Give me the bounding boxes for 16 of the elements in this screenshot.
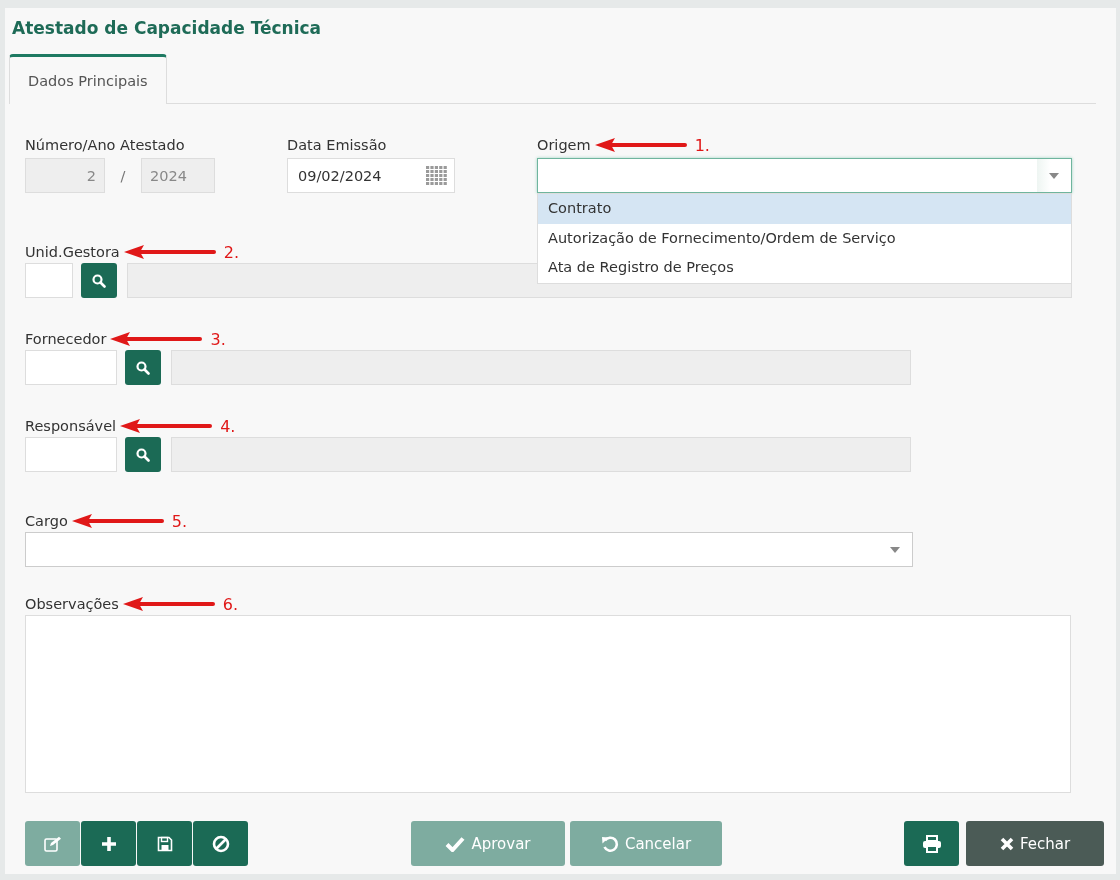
annotation-number: 6. <box>222 594 239 614</box>
annotation-number: 2. <box>223 242 240 262</box>
field-label: Unid.Gestora <box>25 244 120 260</box>
annotation-number: 4. <box>220 416 236 436</box>
field-label: Cargo <box>25 513 68 529</box>
annotation-number: 1. <box>694 135 710 155</box>
annotation-number: 5. <box>171 511 188 531</box>
page-title: Atestado de Capacidade Técnica <box>12 17 323 40</box>
annotation-number: 3. <box>210 329 226 349</box>
field-label: Data Emissão <box>287 137 387 153</box>
field-label: Origem <box>537 137 591 153</box>
field-label: Número/Ano Atestado <box>25 137 185 153</box>
field-label: Fornecedor <box>25 331 107 347</box>
separator-text: / <box>119 167 127 184</box>
field-label: Observações <box>25 596 119 612</box>
field-label: Responsável <box>25 418 117 434</box>
